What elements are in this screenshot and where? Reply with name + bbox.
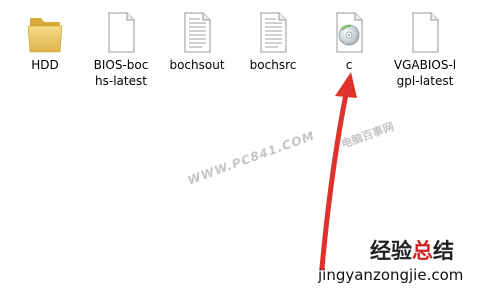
file-label: c	[345, 58, 353, 72]
file-item-bochsout[interactable]: bochsout	[159, 0, 235, 100]
file-item-hdd[interactable]: HDD	[7, 0, 83, 100]
file-icon	[108, 12, 135, 53]
file-explorer-view: HDD BIOS-boc hs-latest bochsout bochsrc …	[0, 0, 490, 292]
text-file-icon	[184, 12, 211, 53]
file-label: HDD	[31, 58, 59, 72]
folder-icon	[27, 18, 63, 53]
file-item-vgabios[interactable]: VGABIOS-l gpl-latest	[387, 0, 463, 100]
file-icon	[412, 12, 439, 53]
text-file-icon	[260, 12, 287, 53]
file-item-bios[interactable]: BIOS-boc hs-latest	[83, 0, 159, 100]
file-label: bochsrc	[249, 58, 297, 72]
file-label: bochsout	[169, 58, 225, 72]
file-label: VGABIOS-l gpl-latest	[393, 58, 457, 88]
disc-image-icon	[336, 12, 363, 53]
file-item-c[interactable]: c	[311, 0, 387, 100]
file-item-bochsrc[interactable]: bochsrc	[235, 0, 311, 100]
file-label: BIOS-boc hs-latest	[93, 58, 149, 88]
